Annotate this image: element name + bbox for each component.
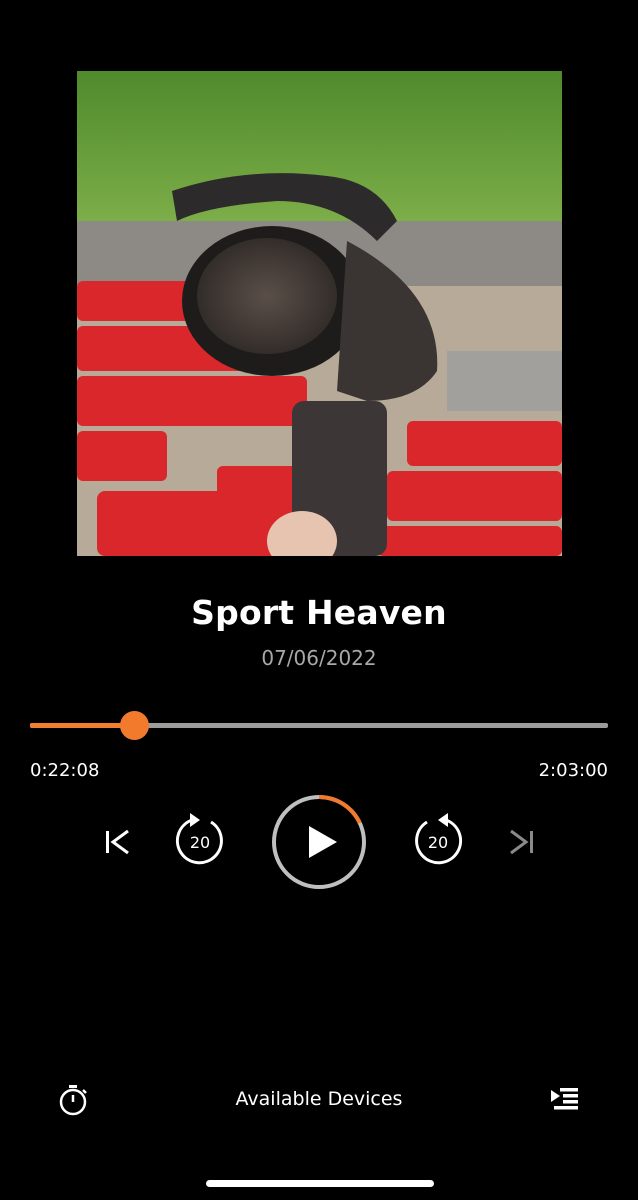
forward-seconds-label: 20	[427, 833, 449, 852]
home-indicator	[206, 1180, 434, 1187]
queue-button[interactable]	[548, 1084, 582, 1116]
episode-title: Sport Heaven	[191, 593, 447, 632]
forward-button[interactable]: 20	[408, 810, 468, 870]
skip-to-start-icon	[106, 829, 129, 855]
previous-button[interactable]	[95, 820, 139, 864]
progress-fill	[30, 723, 135, 728]
elapsed-time: 0:22:08	[30, 760, 100, 781]
skip-to-end-icon	[510, 829, 533, 855]
queue-list-icon	[551, 1088, 578, 1110]
play-icon	[272, 795, 366, 889]
rewind-seconds-label: 20	[189, 833, 211, 852]
progress-slider[interactable]	[30, 706, 608, 746]
next-button[interactable]	[500, 820, 544, 864]
episode-date: 07/06/2022	[261, 646, 377, 670]
rewind-button[interactable]: 20	[170, 810, 230, 870]
play-button[interactable]	[270, 793, 368, 891]
available-devices: Available Devices	[0, 1088, 638, 1110]
total-duration: 2:03:00	[538, 760, 608, 781]
episode-artwork	[77, 71, 562, 556]
available-devices-button[interactable]: Available Devices	[236, 1088, 403, 1110]
progress-thumb[interactable]	[120, 711, 150, 740]
